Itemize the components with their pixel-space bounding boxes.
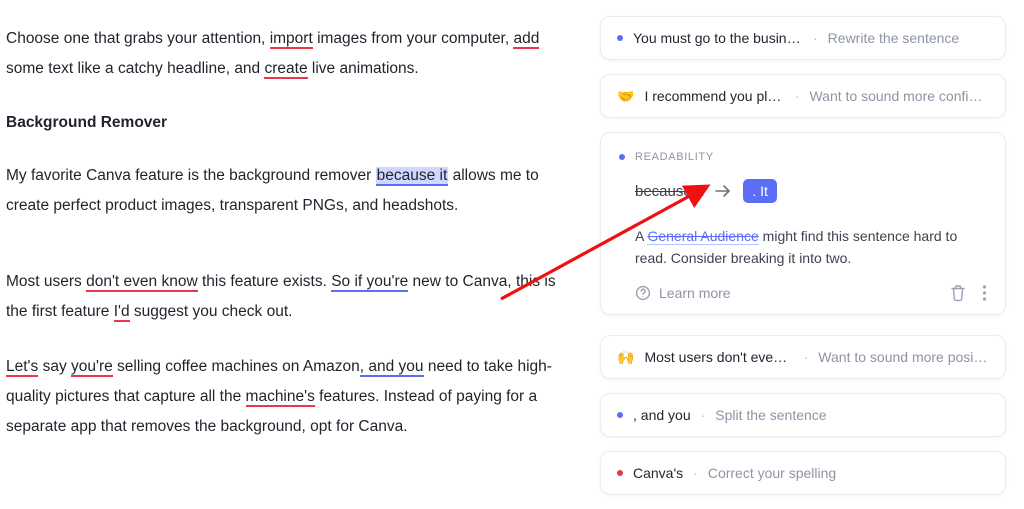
separator: ·	[701, 407, 706, 423]
raised-hands-icon: 🙌	[617, 350, 634, 364]
suggestion-hint: Rewrite the sentence	[828, 30, 960, 46]
flag-youre[interactable]: you're	[71, 358, 113, 377]
text: suggest you check out.	[130, 303, 293, 320]
suggestion-card[interactable]: , and you · Split the sentence	[600, 393, 1006, 437]
flag-machines[interactable]: machine's	[246, 388, 315, 407]
suggestion-card[interactable]: 🙌 Most users don't even k… · Want to sou…	[600, 335, 1006, 379]
text: say	[38, 358, 71, 375]
suggestion-explanation: A General Audience might find this sente…	[635, 225, 987, 270]
paragraph: Most users don't even know this feature …	[6, 267, 574, 327]
category-dot-icon	[617, 470, 623, 476]
flag-lets[interactable]: Let's	[6, 358, 38, 377]
paragraph: Choose one that grabs your attention, im…	[6, 24, 574, 84]
heading-background-remover: Background Remover	[6, 108, 574, 138]
suggestion-card[interactable]: You must go to the business car… · Rewri…	[600, 16, 1006, 60]
text: Most users	[6, 273, 86, 290]
suggestion-hint: Split the sentence	[715, 407, 826, 423]
original-text: because it	[635, 183, 703, 200]
separator: ·	[813, 30, 818, 46]
suggestion-hint: Want to sound more confident?	[809, 88, 989, 104]
audience-link[interactable]: General Audience	[647, 228, 758, 245]
flag-import[interactable]: import	[270, 30, 313, 49]
paragraph: My favorite Canva feature is the backgro…	[6, 161, 574, 221]
text: this feature exists.	[198, 273, 332, 290]
text: selling coffee machines on Amazon	[113, 358, 360, 375]
paragraph: Let's say you're selling coffee machines…	[6, 352, 574, 443]
suggestion-hint: Want to sound more positive?	[818, 349, 989, 365]
suggestion-title: I recommend you play…	[644, 88, 784, 104]
handshake-icon: 🤝	[617, 89, 634, 103]
category-dot-icon	[617, 412, 623, 418]
suggestion-title: You must go to the business car…	[633, 30, 803, 46]
separator: ·	[804, 349, 809, 365]
flag-id[interactable]: I'd	[114, 303, 130, 322]
arrow-right-icon	[715, 184, 731, 198]
replacement-chip[interactable]: . It	[743, 179, 777, 203]
category-dot-icon	[619, 154, 625, 160]
text: Choose one that grabs your attention,	[6, 30, 270, 47]
flag-dont-even-know[interactable]: don't even know	[86, 273, 198, 292]
category-dot-icon	[617, 35, 623, 41]
text: images from your computer,	[313, 30, 514, 47]
document-editor[interactable]: Choose one that grabs your attention, im…	[0, 0, 590, 509]
flag-because-it[interactable]: because it	[376, 167, 449, 186]
separator: ·	[795, 88, 800, 104]
suggestion-hint: Correct your spelling	[708, 465, 836, 481]
flag-and-you[interactable]: , and you	[360, 358, 424, 377]
trash-icon[interactable]	[950, 284, 966, 302]
flag-so-if-youre[interactable]: So if you're	[331, 273, 408, 292]
suggestions-panel: You must go to the business car… · Rewri…	[590, 0, 1022, 509]
help-icon	[635, 285, 651, 301]
suggestion-category: READABILITY	[635, 151, 714, 163]
learn-more-link[interactable]: Learn more	[659, 285, 731, 301]
text: some text like a catchy headline, and	[6, 60, 264, 77]
suggestion-title: Most users don't even k…	[644, 349, 793, 365]
text: My favorite Canva feature is the backgro…	[6, 167, 376, 184]
suggestion-card[interactable]: 🤝 I recommend you play… · Want to sound …	[600, 74, 1006, 118]
suggestion-card[interactable]: Canva's · Correct your spelling	[600, 451, 1006, 495]
suggestion-title: Canva's	[633, 465, 683, 481]
flag-create[interactable]: create	[264, 60, 307, 79]
suggestion-card-expanded[interactable]: READABILITY because it . It A General Au…	[600, 132, 1006, 315]
flag-add[interactable]: add	[513, 30, 539, 49]
separator: ·	[693, 465, 698, 481]
more-icon[interactable]	[982, 284, 987, 302]
suggestion-title: , and you	[633, 407, 691, 423]
text: live animations.	[308, 60, 419, 77]
